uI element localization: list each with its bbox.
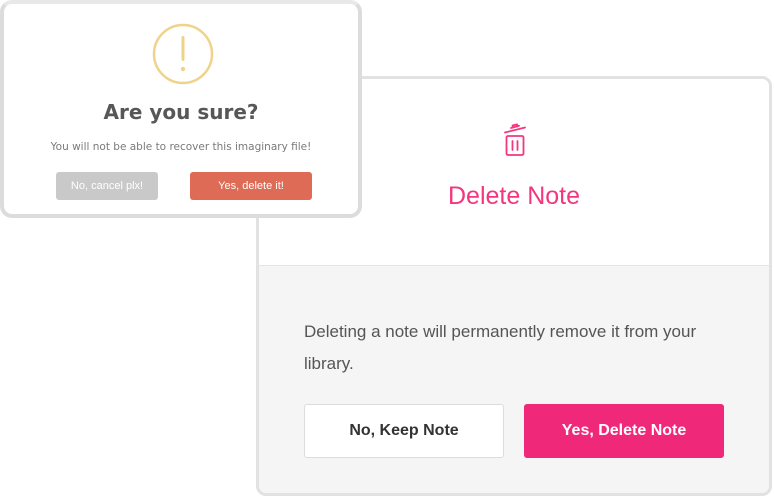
confirm-dialog: Are you sure? You will not be able to re… xyxy=(0,0,362,218)
confirm-delete-button[interactable]: Yes, delete it! xyxy=(190,172,312,200)
confirm-dialog-message: You will not be able to recover this ima… xyxy=(50,141,312,153)
delete-note-button[interactable]: Yes, Delete Note xyxy=(524,404,724,458)
screenshot-stage: Delete Note Deleting a note will permane… xyxy=(0,0,774,499)
cancel-button[interactable]: No, cancel plx! xyxy=(56,172,158,200)
confirm-dialog-title: Are you sure? xyxy=(103,100,259,124)
delete-note-message: Deleting a note will permanently remove … xyxy=(304,322,697,373)
keep-note-button[interactable]: No, Keep Note xyxy=(304,404,504,458)
trash-icon xyxy=(502,122,528,160)
warning-circle-icon xyxy=(151,22,215,86)
